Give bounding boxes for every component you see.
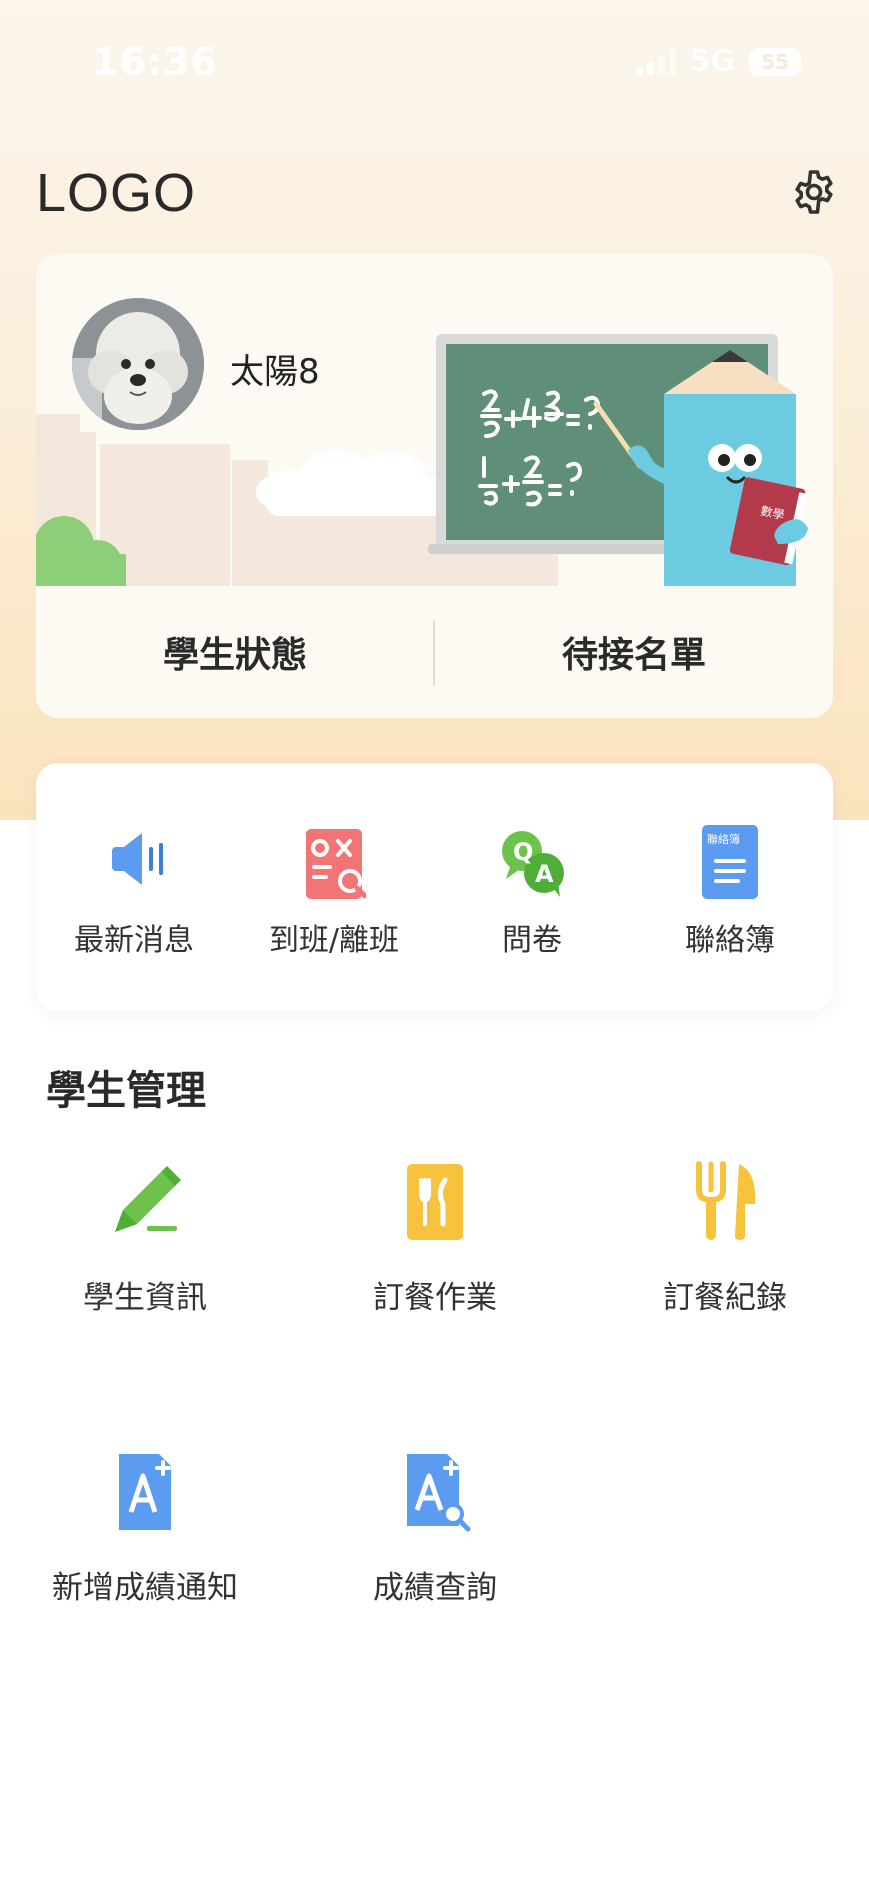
status-bar: 16:36 5G 55 [0,0,869,130]
battery-icon: 55 [749,47,801,76]
svg-text:A: A [535,860,554,888]
quick-item-label: 到班/離班 [268,923,400,958]
quick-item-survey[interactable]: Q A 問卷 [434,763,630,1011]
qa-icon: Q A [502,831,564,897]
grid-item-label: 成績查詢 [373,1570,497,1606]
quick-item-attendance[interactable]: 到班/離班 [236,763,432,1011]
quick-item-label: 聯絡簿 [685,923,775,958]
settings-gear-icon[interactable] [790,168,838,216]
grid-item-label: 學生資訊 [83,1280,207,1316]
quick-item-news[interactable]: 最新消息 [36,763,232,1011]
user-name: 太陽8 [230,352,320,392]
app-logo: LOGO [36,163,197,223]
grade-add-icon [119,1454,171,1530]
quick-item-label: 問卷 [502,923,562,958]
student-status-button[interactable]: 學生狀態 [36,586,434,718]
grid-item-student-info[interactable]: 學生資訊 [0,1160,290,1380]
meal-order-icon [407,1164,463,1240]
network-type: 5G [689,44,736,79]
grid-item-meal-order[interactable]: 訂餐作業 [290,1160,580,1380]
pickup-list-button[interactable]: 待接名單 [435,586,833,718]
avatar[interactable] [72,298,204,430]
contact-book-icon: 聯絡簿 [702,825,758,899]
grid-item-meal-record[interactable]: 訂餐紀錄 [580,1160,869,1380]
svg-text:Q: Q [513,838,533,866]
quick-item-contact-book[interactable]: 聯絡簿 聯絡簿 [632,763,828,1011]
profile-card: 數學 太陽8 學生狀態 待接名單 [36,254,833,718]
pencil-icon [115,1166,181,1232]
attendance-icon [306,829,366,899]
fork-knife-icon [696,1161,756,1240]
quick-actions-card: 最新消息 到班/離班 Q A 問卷 聯絡簿 聯絡簿 [36,763,833,1011]
status-indicators: 5G 55 [635,44,801,79]
dog-photo [72,298,204,430]
grid-item-add-grade[interactable]: 新增成績通知 [0,1450,290,1670]
quick-item-label: 最新消息 [74,923,194,958]
grade-search-icon [407,1454,471,1532]
contact-book-icon-text: 聯絡簿 [707,832,740,846]
grid-item-label: 新增成績通知 [52,1570,238,1606]
grid-item-label: 訂餐作業 [373,1280,497,1316]
megaphone-icon [112,833,163,885]
section-title: 學生管理 [46,1068,206,1114]
status-time: 16:36 [92,40,218,84]
grid-item-grade-search[interactable]: 成績查詢 [290,1450,580,1670]
signal-icon [635,48,676,75]
grid-item-label: 訂餐紀錄 [663,1280,787,1316]
